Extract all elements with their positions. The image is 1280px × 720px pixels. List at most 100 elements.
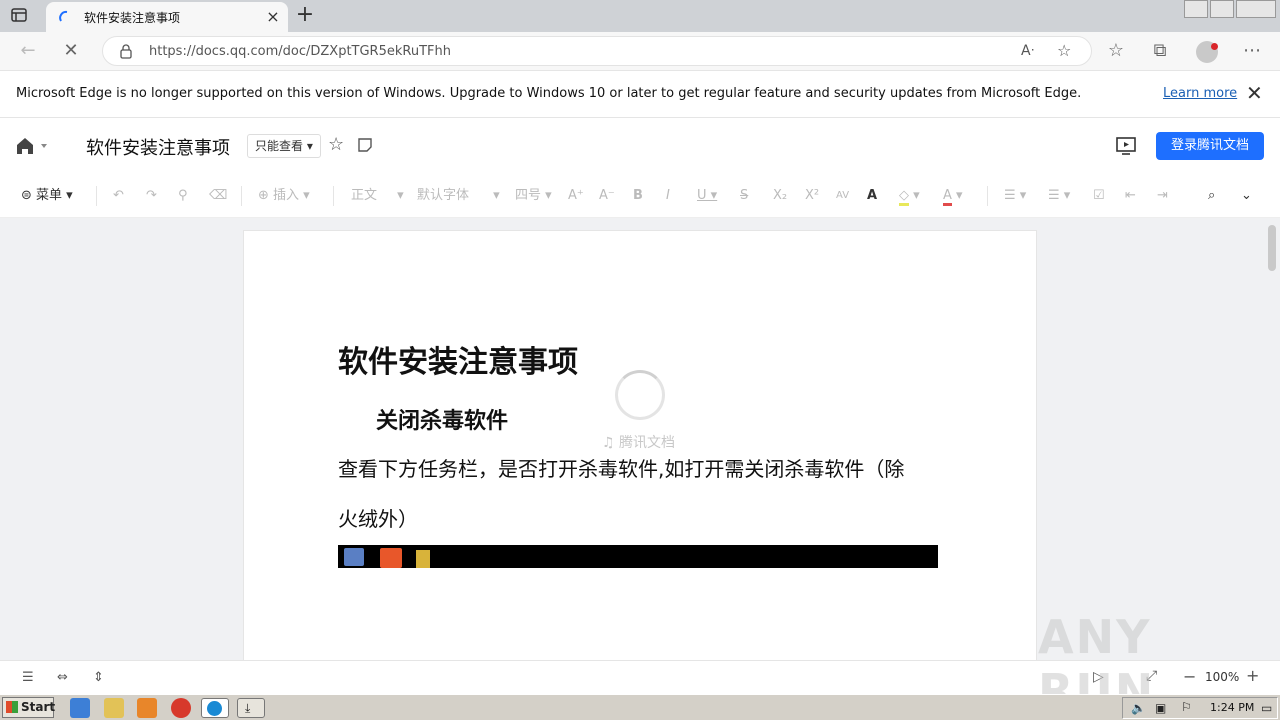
checklist-icon[interactable]: ☑ bbox=[1093, 187, 1105, 205]
strikethrough-icon[interactable]: S bbox=[740, 187, 748, 205]
collections-icon[interactable]: ⧉ bbox=[1149, 41, 1171, 63]
bold-icon[interactable]: B bbox=[633, 187, 643, 205]
font-color-icon[interactable]: A ▾ bbox=[943, 187, 963, 206]
url-text: https://docs.qq.com/doc/DZXptTGR5ekRuTFh… bbox=[149, 44, 451, 59]
superscript-icon[interactable]: X² bbox=[805, 187, 819, 205]
back-icon[interactable]: ← bbox=[17, 41, 39, 63]
edge-taskbar-button[interactable] bbox=[201, 698, 229, 718]
loading-brand-label: 腾讯文档 bbox=[619, 435, 676, 451]
fit-width-icon[interactable]: ⇔ bbox=[57, 670, 68, 685]
lock-icon[interactable] bbox=[119, 44, 133, 59]
bullet-list-icon[interactable]: ☰ ▾ bbox=[1004, 187, 1026, 205]
chevron-down-icon[interactable]: ⌄ bbox=[1241, 187, 1252, 205]
doc-header: 软件安装注意事项 只能查看 ▾ ☆ 登录腾讯文档 bbox=[0, 118, 1280, 174]
highlight-icon[interactable]: ◇ ▾ bbox=[899, 187, 920, 206]
doc-heading: 软件安装注意事项 bbox=[338, 345, 578, 380]
system-tray: 🔈 ▣ ⚐ ▭ bbox=[1122, 697, 1278, 719]
loading-spinner bbox=[615, 370, 665, 420]
ie-icon[interactable] bbox=[70, 698, 90, 718]
minimize-button[interactable] bbox=[1184, 0, 1208, 18]
doc-title[interactable]: 软件安装注意事项 bbox=[86, 134, 230, 160]
stop-loading-icon[interactable]: ✕ bbox=[60, 41, 82, 63]
read-aloud-icon[interactable]: Aᐧ bbox=[1021, 43, 1034, 59]
download-taskbar-button[interactable]: ⤓ bbox=[237, 698, 265, 718]
loading-favicon-icon bbox=[58, 10, 72, 24]
menu-label: 菜单 bbox=[36, 188, 63, 203]
toolbar-divider bbox=[96, 186, 97, 206]
profile-notification-dot bbox=[1211, 43, 1218, 50]
more-menu-icon[interactable]: ⋯ bbox=[1241, 41, 1263, 63]
close-window-button[interactable] bbox=[1236, 0, 1276, 18]
outdent-icon[interactable]: ⇤ bbox=[1125, 187, 1136, 205]
insert-button[interactable]: ⊕ 插入 ▾ bbox=[258, 187, 310, 205]
folder-icon bbox=[416, 550, 430, 568]
clear-format-icon[interactable]: ⌫ bbox=[209, 187, 227, 205]
undo-icon[interactable]: ↶ bbox=[113, 187, 124, 205]
permission-dropdown[interactable]: 只能查看 ▾ bbox=[247, 134, 321, 158]
loading-brand-text: ♫ 腾讯文档 bbox=[602, 435, 676, 451]
paragraph-style-label: 正文 bbox=[351, 188, 378, 203]
address-bar-row: ← ✕ https://docs.qq.com/doc/DZXptTGR5ekR… bbox=[0, 32, 1280, 70]
letter-spacing-icon[interactable]: AV bbox=[836, 187, 849, 205]
tab-title: 软件安装注意事项 bbox=[84, 11, 181, 25]
start-label: Start bbox=[21, 700, 56, 714]
infobar-close-icon[interactable]: ✕ bbox=[1246, 83, 1263, 103]
learn-more-link[interactable]: Learn more bbox=[1163, 86, 1237, 101]
browser-tab[interactable]: 软件安装注意事项 × bbox=[46, 2, 288, 32]
profile-avatar[interactable] bbox=[1196, 41, 1218, 63]
favorites-icon[interactable]: ☆ bbox=[1105, 41, 1127, 63]
star-icon[interactable]: ☆ bbox=[328, 136, 344, 154]
restore-button[interactable] bbox=[1210, 0, 1234, 18]
edge-icon bbox=[207, 701, 222, 716]
font-size-select[interactable]: 四号 ▾ bbox=[515, 187, 552, 205]
present-icon[interactable] bbox=[1116, 136, 1136, 156]
home-icon[interactable] bbox=[16, 136, 48, 156]
italic-icon[interactable]: I bbox=[666, 187, 670, 205]
doc-subheading: 关闭杀毒软件 bbox=[376, 409, 509, 434]
search-icon[interactable]: ⌕ bbox=[1208, 187, 1215, 205]
new-tab-button[interactable]: + bbox=[293, 4, 317, 28]
toolbar-divider bbox=[241, 186, 242, 206]
chrome-icon[interactable] bbox=[171, 698, 191, 718]
font-family-select[interactable]: 默认字体 ▾ bbox=[417, 187, 500, 205]
toolbar-divider bbox=[987, 186, 988, 206]
doc-paragraph-line-2: 火绒外） bbox=[338, 507, 418, 531]
show-desktop-icon[interactable]: ▭ bbox=[1261, 701, 1272, 715]
toolbar-divider bbox=[333, 186, 334, 206]
explorer-icon[interactable] bbox=[104, 698, 124, 718]
increase-font-icon[interactable]: A⁺ bbox=[568, 187, 584, 205]
underline-icon[interactable]: U ▾ bbox=[697, 187, 717, 205]
volume-icon[interactable]: 🔈 bbox=[1131, 701, 1146, 715]
tab-actions-icon[interactable] bbox=[10, 6, 28, 24]
network-icon[interactable]: ▣ bbox=[1155, 701, 1166, 715]
start-button[interactable]: Start bbox=[2, 697, 56, 718]
font-size-label: 四号 bbox=[515, 188, 542, 203]
vertical-scrollbar[interactable] bbox=[1268, 225, 1276, 271]
computer-icon bbox=[344, 548, 364, 566]
browser-titlebar: 软件安装注意事项 × + bbox=[0, 0, 1280, 32]
tab-close-icon[interactable]: × bbox=[264, 8, 282, 26]
media-player-icon[interactable] bbox=[137, 698, 157, 718]
redo-icon[interactable]: ↷ bbox=[146, 187, 157, 205]
indent-icon[interactable]: ⇥ bbox=[1157, 187, 1168, 205]
page-spacing-icon[interactable]: ⇕ bbox=[93, 670, 104, 685]
permission-label: 只能查看 bbox=[255, 139, 304, 153]
infobar-message: Microsoft Edge is no longer supported on… bbox=[16, 86, 1082, 101]
flag-icon[interactable]: ⚐ bbox=[1181, 700, 1192, 714]
note-icon[interactable] bbox=[357, 137, 373, 153]
format-painter-icon[interactable]: ⚲ bbox=[178, 187, 188, 205]
menu-button[interactable]: ⊜ 菜单 ▾ bbox=[21, 187, 73, 205]
taskbar-screenshot-image bbox=[338, 545, 938, 568]
clock[interactable]: 1:24 PM bbox=[1210, 701, 1254, 714]
numbered-list-icon[interactable]: ☰ ▾ bbox=[1048, 187, 1070, 205]
url-field[interactable]: https://docs.qq.com/doc/DZXptTGR5ekRuTFh… bbox=[102, 36, 1092, 66]
text-effect-icon[interactable]: A bbox=[867, 187, 877, 205]
decrease-font-icon[interactable]: A⁻ bbox=[599, 187, 615, 205]
windows-logo-icon bbox=[6, 701, 18, 713]
add-favorite-icon[interactable]: ☆ bbox=[1057, 41, 1071, 60]
login-button[interactable]: 登录腾讯文档 bbox=[1156, 132, 1264, 160]
outline-icon[interactable]: ☰ bbox=[22, 670, 34, 685]
paragraph-style-select[interactable]: 正文 ▾ bbox=[351, 187, 404, 205]
subscript-icon[interactable]: X₂ bbox=[773, 187, 787, 205]
windows-taskbar: Start ⤓ 🔈 ▣ ⚐ ▭ 1:24 PM bbox=[0, 694, 1280, 720]
